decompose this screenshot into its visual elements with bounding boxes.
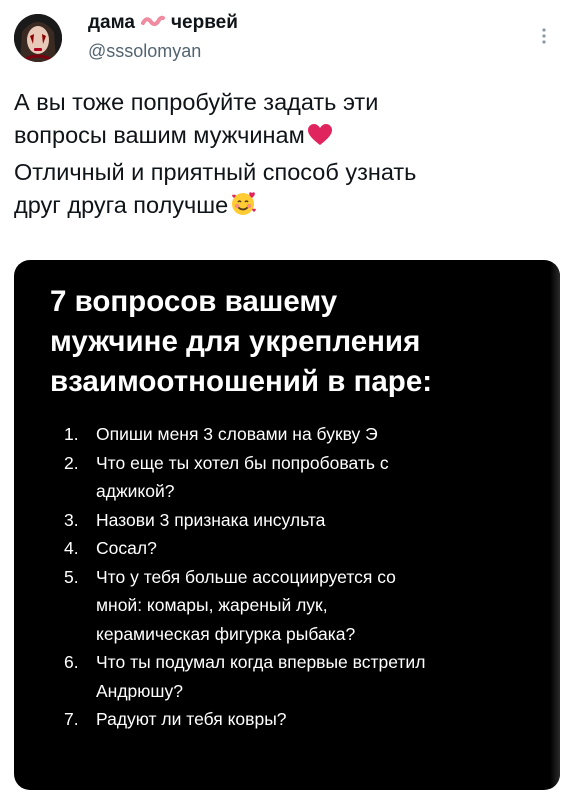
tweet-text-line-4: друг друга получше bbox=[14, 192, 229, 218]
attached-image[interactable]: 7 вопросов вашему мужчине для укрепления… bbox=[14, 260, 560, 790]
worm-emoji-icon bbox=[141, 12, 165, 34]
question-item: 7. Радуют ли тебя ковры? bbox=[60, 705, 520, 734]
question-text: мной: комары, жареный лук, bbox=[96, 595, 328, 615]
tweet-text-line-1: А вы тоже попробуйте задать эти bbox=[14, 89, 379, 115]
question-text: Радуют ли тебя ковры? bbox=[96, 709, 287, 729]
image-edge-shadow bbox=[550, 260, 560, 790]
tweet-text-line: друг друга получше bbox=[14, 189, 554, 226]
avatar[interactable] bbox=[14, 14, 62, 62]
smiling-face-with-hearts-emoji-icon bbox=[230, 189, 258, 226]
question-item: 4. Сосал? bbox=[60, 534, 520, 563]
more-options-button[interactable] bbox=[532, 24, 556, 48]
red-heart-emoji-icon bbox=[307, 123, 333, 156]
display-name-part-1: дама bbox=[88, 12, 135, 34]
image-title: 7 вопросов вашему мужчине для укрепления… bbox=[50, 282, 540, 402]
question-text: аджикой? bbox=[96, 481, 175, 501]
avatar-image bbox=[14, 14, 62, 62]
question-number: 6. bbox=[64, 652, 79, 672]
image-title-line-3: взаимоотношений в паре: bbox=[50, 365, 433, 398]
tweet-text-line: вопросы вашим мужчинам bbox=[14, 119, 554, 156]
question-item: 2. Что еще ты хотел бы попробовать с адж… bbox=[60, 449, 520, 506]
question-item: 1. Опиши меня 3 словами на букву Э bbox=[60, 420, 520, 449]
tweet-text: А вы тоже попробуйте задать эти вопросы … bbox=[14, 86, 554, 226]
tweet-text-line-3: Отличный и приятный способ узнать bbox=[14, 159, 417, 185]
question-text: керамическая фигурка рыбака? bbox=[96, 623, 356, 644]
question-item: 6. Что ты подумал когда впервые встретил… bbox=[60, 648, 520, 705]
more-options-icon bbox=[542, 28, 546, 44]
image-title-line-2: мужчине для укрепления bbox=[50, 325, 421, 358]
question-number: 3. bbox=[64, 509, 79, 530]
display-name-part-2: червей bbox=[171, 12, 238, 34]
question-text: Что еще ты хотел бы попробовать с bbox=[96, 452, 389, 473]
question-text: Сосал? bbox=[96, 538, 157, 558]
author-display-name[interactable]: дама червей bbox=[88, 12, 238, 34]
question-number: 7. bbox=[64, 709, 79, 729]
image-title-line-1: 7 вопросов вашему bbox=[50, 285, 338, 318]
question-text: Опиши меня 3 словами на букву Э bbox=[96, 424, 378, 444]
author-handle[interactable]: @sssolomyan bbox=[88, 40, 201, 62]
question-number: 5. bbox=[64, 566, 79, 587]
question-text: Назови 3 признака инсульта bbox=[96, 509, 326, 530]
question-text: Что ты подумал когда впервые встретил bbox=[96, 652, 426, 672]
tweet-text-line-2: вопросы вашим мужчинам bbox=[14, 122, 305, 148]
tweet-text-line: Отличный и приятный способ узнать bbox=[14, 156, 554, 189]
question-number: 4. bbox=[64, 538, 79, 558]
question-text: Андрюшу? bbox=[96, 680, 183, 701]
question-number: 2. bbox=[64, 452, 79, 473]
question-item: 5. Что у тебя больше ассоциируется со мн… bbox=[60, 563, 520, 649]
question-item: 3. Назови 3 признака инсульта bbox=[60, 506, 520, 535]
question-number: 1. bbox=[64, 424, 79, 444]
tweet-text-line: А вы тоже попробуйте задать эти bbox=[14, 86, 554, 119]
question-text: Что у тебя больше ассоциируется со bbox=[96, 566, 396, 587]
questions-list: 1. Опиши меня 3 словами на букву Э 2. Чт… bbox=[60, 420, 520, 734]
